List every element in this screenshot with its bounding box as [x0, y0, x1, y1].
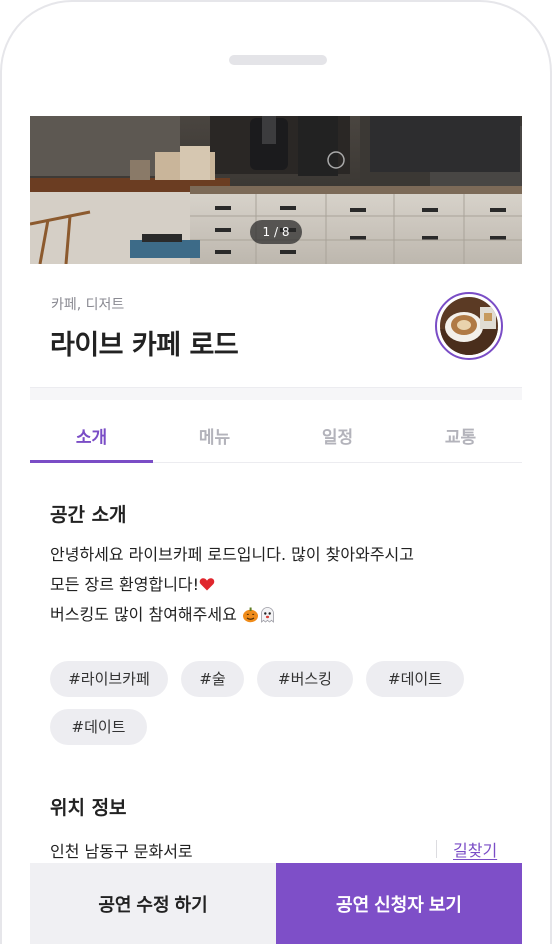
- intro-line-2-text: 모든 장르 환영합니다!: [50, 575, 200, 594]
- place-avatar[interactable]: [435, 292, 503, 360]
- intro-line-3-text: 버스킹도 많이 참여해주세요: [50, 605, 242, 624]
- tag-chip[interactable]: #라이브카페: [50, 661, 168, 697]
- section-divider: [30, 387, 522, 400]
- location-title: 위치 정보: [50, 797, 127, 819]
- tag-chip[interactable]: #버스킹: [257, 661, 353, 697]
- tab-menu[interactable]: 메뉴: [153, 413, 276, 462]
- view-applicants-button[interactable]: 공연 신청자 보기: [276, 863, 522, 944]
- place-category: 카페, 디저트: [51, 297, 125, 313]
- tab-intro[interactable]: 소개: [30, 413, 153, 463]
- tag-chip[interactable]: #술: [181, 661, 244, 697]
- coffee-photo: [440, 297, 498, 355]
- pumpkin-emoji-icon: [242, 607, 258, 623]
- image-counter: 1 / 8: [250, 220, 302, 244]
- tab-transport[interactable]: 교통: [399, 413, 522, 462]
- place-name: 라이브 카페 로드: [50, 330, 239, 361]
- screen: 1 / 8 카페, 디저트 라이브 카페 로드 소개 메뉴 일정 교통 공간 소…: [30, 116, 522, 944]
- hero-image[interactable]: 1 / 8: [30, 116, 522, 264]
- address-text: 인천 남동구 문화서로: [50, 842, 193, 861]
- speaker-notch: [229, 55, 327, 65]
- edit-performance-button[interactable]: 공연 수정 하기: [30, 863, 276, 944]
- bottom-action-bar: 공연 수정 하기 공연 신청자 보기: [30, 863, 522, 944]
- tag-chip[interactable]: #데이트: [50, 709, 147, 745]
- tab-schedule[interactable]: 일정: [276, 413, 399, 462]
- heart-emoji-icon: [199, 578, 215, 591]
- directions-link[interactable]: 길찾기: [453, 837, 497, 861]
- intro-line-3: 버스킹도 많이 참여해주세요: [50, 600, 414, 630]
- intro-title: 공간 소개: [50, 504, 127, 526]
- address-separator: [436, 840, 437, 858]
- intro-line-2: 모든 장르 환영합니다!: [50, 570, 414, 600]
- tab-bar: 소개 메뉴 일정 교통: [30, 413, 522, 463]
- ghost-emoji-icon: [261, 607, 274, 623]
- intro-text: 안녕하세요 라이브카페 로드입니다. 많이 찾아와주시고 모든 장르 환영합니다…: [50, 540, 414, 630]
- intro-line-1: 안녕하세요 라이브카페 로드입니다. 많이 찾아와주시고: [50, 545, 414, 564]
- tag-chip[interactable]: #데이트: [366, 661, 464, 697]
